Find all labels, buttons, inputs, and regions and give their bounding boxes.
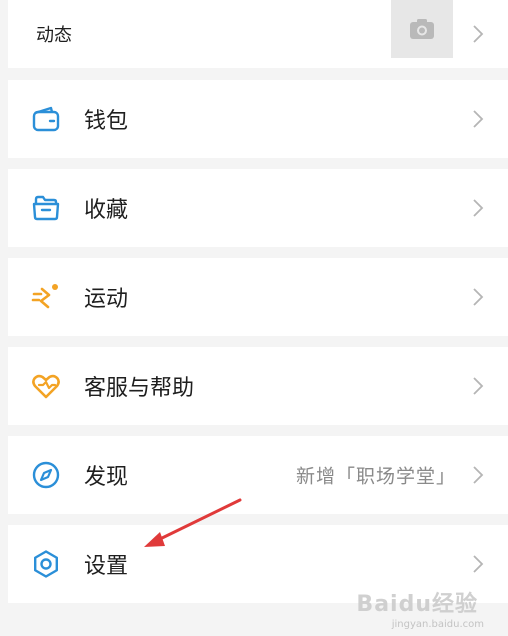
menu-item-label: 发现 <box>84 465 129 490</box>
compass-icon <box>30 459 62 491</box>
moments-row[interactable]: 动态 <box>8 0 508 68</box>
gear-icon <box>30 548 62 580</box>
chevron-right-icon <box>472 24 484 44</box>
wallet-icon <box>30 103 62 135</box>
me-page-menu: 动态 钱包 收藏 运动 客服与帮助 发现 新增「职场学堂」 设置 Baidu经验… <box>0 0 508 636</box>
menu-item-customer-service[interactable]: 客服与帮助 <box>8 347 508 425</box>
folder-icon <box>30 192 62 224</box>
chevron-right-icon <box>472 554 484 574</box>
camera-button[interactable] <box>391 0 453 58</box>
chevron-right-icon <box>472 109 484 129</box>
menu-item-label: 客服与帮助 <box>84 376 195 401</box>
menu-item-discover[interactable]: 发现 新增「职场学堂」 <box>8 436 508 514</box>
chevron-right-icon <box>472 465 484 485</box>
menu-item-label: 设置 <box>84 554 129 579</box>
watermark-logo: Baidu经验 <box>356 592 478 617</box>
menu-item-wallet[interactable]: 钱包 <box>8 80 508 158</box>
discover-new-badge-text: 新增「职场学堂」 <box>295 465 456 488</box>
running-icon <box>30 281 62 313</box>
menu-item-sport[interactable]: 运动 <box>8 258 508 336</box>
menu-item-label: 钱包 <box>84 109 129 134</box>
chevron-right-icon <box>472 287 484 307</box>
heart-icon <box>30 370 62 402</box>
watermark-url: jingyan.baidu.com <box>391 619 484 630</box>
chevron-right-icon <box>472 198 484 218</box>
moments-label: 动态 <box>36 25 72 46</box>
menu-item-favorites[interactable]: 收藏 <box>8 169 508 247</box>
camera-icon <box>410 19 434 39</box>
chevron-right-icon <box>472 376 484 396</box>
menu-item-label: 收藏 <box>84 198 129 223</box>
menu-item-label: 运动 <box>84 287 129 312</box>
